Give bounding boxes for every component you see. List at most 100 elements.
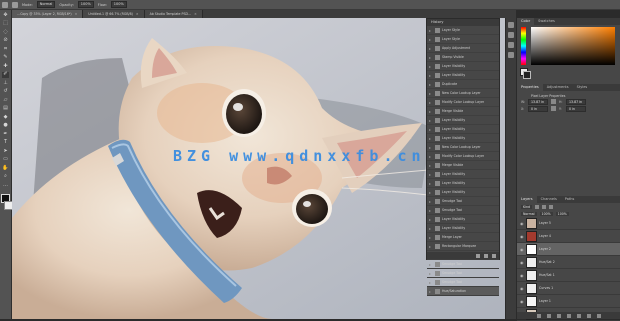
history-icon[interactable] (508, 22, 514, 28)
history-item[interactable]: ▸ Smudge Tool (427, 278, 499, 287)
blend-mode-dropdown[interactable]: Normal (521, 211, 537, 216)
history-item[interactable]: ▸ Smudge Tool (427, 269, 499, 278)
layer-kind-filter[interactable]: Kind (521, 204, 533, 209)
home-icon[interactable] (2, 1, 8, 8)
eyedropper-tool-icon[interactable]: ✎ (2, 55, 9, 61)
history-item[interactable]: ▸ Layer Visibility (427, 215, 499, 224)
document-tab-3[interactable]: Ab Studio Template PSD… × (144, 10, 203, 18)
layer-opacity-field[interactable]: 100% (539, 211, 553, 216)
history-item[interactable]: ▸ Layer Visibility (427, 71, 499, 80)
width-field[interactable]: 13.87 in (528, 98, 548, 105)
tab-channels[interactable]: Channels (537, 196, 561, 203)
new-snapshot-icon[interactable] (476, 253, 480, 258)
blur-tool-icon[interactable]: ◆ (2, 114, 9, 120)
history-item[interactable]: ▸ Stamp Visible (427, 53, 499, 62)
shape-tool-icon[interactable]: ▭ (2, 157, 9, 163)
brush-tool-icon[interactable]: ✐ (2, 71, 9, 78)
zoom-tool-icon[interactable]: ⌕ (2, 174, 9, 180)
color-picker-field[interactable] (531, 27, 615, 65)
close-icon[interactable]: × (136, 12, 139, 16)
filter-pixel-icon[interactable] (535, 204, 540, 209)
pen-tool-icon[interactable]: ✒ (2, 131, 9, 137)
layer-row[interactable]: ◉ Curves 1 (517, 282, 620, 295)
layer-row[interactable]: ◉ Layer 4 (517, 230, 620, 243)
history-item[interactable]: ▸ New Color Lookup Layer (427, 89, 499, 98)
document-tab-1[interactable]: …Copy @ 33% (Layer 2, RGB/16*) × (12, 10, 84, 18)
tab-layers[interactable]: Layers (517, 196, 537, 203)
x-field[interactable]: 0 in (528, 105, 548, 112)
hue-slider[interactable] (521, 27, 526, 65)
document-tab-2[interactable]: Untitled-1 @ 66.7% (RGB/8) × (83, 10, 145, 18)
hand-tool-icon[interactable]: ✋ (2, 165, 9, 171)
history-item[interactable]: ▸ Layer Visibility (427, 188, 499, 197)
type-tool-icon[interactable]: T (2, 140, 9, 146)
adjustment-layer-icon[interactable] (566, 313, 571, 318)
libraries-icon[interactable] (508, 52, 514, 58)
history-item[interactable]: ▸ Layer Visibility (427, 170, 499, 179)
history-item[interactable]: ▸ Apply Adjustment (427, 44, 499, 53)
tab-swatches[interactable]: Swatches (534, 18, 559, 25)
dodge-tool-icon[interactable]: ● (2, 123, 9, 129)
move-tool-icon[interactable]: ✥ (2, 12, 9, 18)
brush-settings-icon[interactable] (508, 32, 514, 38)
trash-icon[interactable] (492, 253, 496, 258)
history-item[interactable]: ▸ Layer Visibility (427, 62, 499, 71)
opacity-field[interactable]: 100% (77, 1, 94, 8)
history-item[interactable]: ▸ Hue/Saturation (427, 287, 499, 296)
history-item[interactable]: ▸ Merge Layer (427, 233, 499, 242)
visibility-eye-icon[interactable]: ◉ (520, 221, 524, 226)
eraser-tool-icon[interactable]: ▱ (2, 97, 9, 103)
visibility-eye-icon[interactable]: ◉ (520, 247, 524, 252)
tab-adjustments[interactable]: Adjustments (543, 84, 573, 91)
history-item[interactable]: ▸ Layer Visibility (427, 134, 499, 143)
history-item[interactable]: ▸ Duplicate (427, 80, 499, 89)
quick-select-tool-icon[interactable]: ⊘ (2, 38, 9, 44)
height-field[interactable]: 13.87 in (566, 98, 586, 105)
history-item[interactable]: ▸ Merge Visible (427, 107, 499, 116)
history-item[interactable]: ▸ Layer Visibility (427, 224, 499, 233)
filter-type-icon[interactable] (549, 204, 554, 209)
tab-properties[interactable]: Properties (517, 84, 543, 91)
history-item[interactable]: ▸ Layer Style (427, 26, 499, 35)
history-item[interactable]: ▸ Modify Color Lookup Layer (427, 98, 499, 107)
visibility-eye-icon[interactable]: ◉ (520, 299, 524, 304)
tab-color[interactable]: Color (517, 18, 535, 25)
flow-field[interactable]: 100% (110, 1, 127, 8)
visibility-eye-icon[interactable]: ◉ (520, 234, 524, 239)
history-item[interactable]: ▸ Smudge Tool (427, 206, 499, 215)
close-icon[interactable]: × (194, 12, 197, 16)
link-icon[interactable] (551, 99, 556, 104)
fx-icon[interactable] (546, 313, 551, 318)
clone-stamp-tool-icon[interactable]: ⊥ (2, 80, 9, 86)
background-swatch[interactable] (523, 71, 531, 79)
layer-row[interactable]: ◉ Layer 1 (517, 295, 620, 308)
history-item[interactable]: ▸ Rectangular Marquee (427, 242, 499, 251)
layer-row[interactable]: ◉ Layer 2 (517, 243, 620, 256)
history-item[interactable]: ▸ Modify Color Lookup Layer (427, 152, 499, 161)
layer-fill-field[interactable]: 100% (555, 211, 569, 216)
link-layers-icon[interactable] (536, 313, 541, 318)
visibility-eye-icon[interactable]: ◉ (520, 273, 524, 278)
new-group-icon[interactable] (576, 313, 581, 318)
layer-row[interactable]: ◉ Hue/Sat 1 (517, 269, 620, 282)
more-tools-icon[interactable]: … (2, 182, 9, 188)
filter-adjustment-icon[interactable] (542, 204, 547, 209)
history-item[interactable]: ▸ New Color Lookup Layer (427, 143, 499, 152)
tab-paths[interactable]: Paths (561, 196, 579, 203)
close-icon[interactable]: × (75, 12, 78, 16)
history-item[interactable]: ▸ Layer Visibility (427, 179, 499, 188)
history-item[interactable]: ▸ Merge Visible (427, 161, 499, 170)
new-layer-icon[interactable] (586, 313, 591, 318)
visibility-eye-icon[interactable]: ◉ (520, 260, 524, 265)
brush-preset-icon[interactable] (12, 1, 18, 8)
y-field[interactable]: 0 in (566, 105, 586, 112)
mode-dropdown[interactable]: Normal (36, 1, 56, 8)
history-item[interactable]: ▸ Layer Visibility (427, 116, 499, 125)
lasso-tool-icon[interactable]: ◌ (2, 29, 9, 35)
healing-brush-tool-icon[interactable]: ✚ (2, 63, 9, 69)
visibility-eye-icon[interactable]: ◉ (520, 286, 524, 291)
path-select-tool-icon[interactable]: ➤ (2, 148, 9, 154)
layer-row[interactable]: ◉ Layer 5 (517, 217, 620, 230)
layer-row[interactable]: ◉ Hue/Sat 2 (517, 256, 620, 269)
history-item[interactable]: ▸ Smudge Tool (427, 260, 499, 269)
